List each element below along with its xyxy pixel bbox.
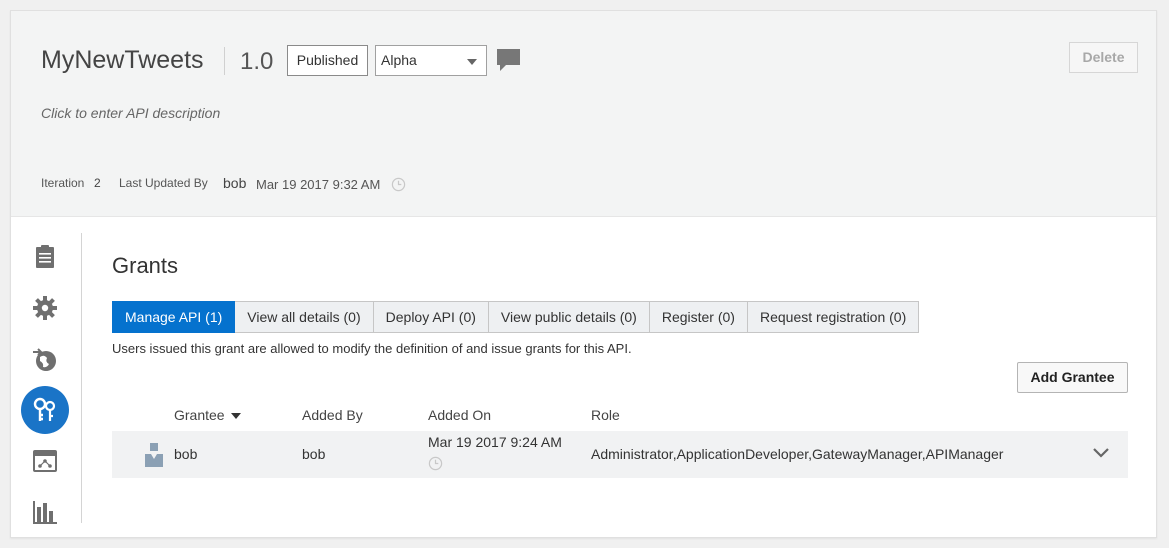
tab-request-registration[interactable]: Request registration (0)	[747, 301, 920, 333]
column-header-role[interactable]: Role	[591, 407, 620, 423]
last-updated-label: Last Updated By	[119, 176, 208, 190]
role-cell: Administrator,ApplicationDeveloper,Gatew…	[591, 446, 1004, 462]
title-divider	[224, 47, 225, 75]
clock-icon	[428, 456, 443, 471]
stage-select[interactable]: Alpha	[375, 45, 487, 76]
tab-view-public-details[interactable]: View public details (0)	[488, 301, 650, 333]
api-definition-icon[interactable]	[32, 244, 58, 270]
api-header: MyNewTweets 1.0 Published Alpha Delete C…	[11, 11, 1156, 217]
api-detail-panel: MyNewTweets 1.0 Published Alpha Delete C…	[10, 10, 1157, 538]
state-button[interactable]: Published	[287, 45, 368, 76]
last-updated-date: Mar 19 2017 9:32 AM	[256, 177, 381, 192]
tab-register[interactable]: Register (0)	[649, 301, 748, 333]
tab-deploy-api[interactable]: Deploy API (0)	[373, 301, 489, 333]
delete-button[interactable]: Delete	[1069, 42, 1138, 73]
iteration-value: 2	[94, 176, 101, 190]
column-header-added-on[interactable]: Added On	[428, 407, 491, 423]
registrations-icon[interactable]	[32, 448, 58, 474]
grants-title: Grants	[112, 253, 179, 278]
iteration-label: Iteration	[41, 176, 85, 190]
table-row[interactable]: bob bob Mar 19 2017 9:24 AM Administrato…	[112, 431, 1128, 478]
user-icon	[145, 443, 163, 467]
tab-view-all-details[interactable]: View all details (0)	[235, 301, 374, 333]
comment-icon[interactable]	[496, 47, 521, 73]
clock-icon	[391, 177, 406, 192]
chevron-down-icon[interactable]	[1092, 447, 1110, 459]
analytics-chart-icon[interactable]	[32, 499, 58, 525]
column-header-grantee[interactable]: Grantee	[174, 407, 241, 423]
added-on-cell: Mar 19 2017 9:24 AM	[428, 434, 562, 450]
grant-description: Users issued this grant are allowed to m…	[112, 341, 632, 356]
grants-key-icon	[33, 397, 56, 421]
api-description[interactable]: Click to enter API description	[41, 105, 220, 121]
add-grantee-button[interactable]: Add Grantee	[1017, 362, 1128, 393]
last-updated-user: bob	[223, 175, 247, 191]
api-version[interactable]: 1.0	[240, 48, 273, 76]
deployments-globe-icon[interactable]	[32, 346, 58, 372]
settings-gear-icon[interactable]	[32, 295, 58, 321]
chevron-down-icon	[467, 59, 477, 65]
api-name[interactable]: MyNewTweets	[41, 46, 204, 75]
column-header-added-by[interactable]: Added By	[302, 407, 363, 423]
sort-desc-icon	[230, 413, 241, 420]
stage-select-value: Alpha	[381, 52, 417, 68]
grants-nav-item[interactable]	[21, 386, 69, 434]
added-by-cell: bob	[302, 446, 326, 462]
grant-tabs: Manage API (1) View all details (0) Depl…	[112, 301, 920, 333]
column-header-grantee-label: Grantee	[174, 407, 225, 423]
side-nav-divider	[81, 233, 82, 523]
tab-manage-api[interactable]: Manage API (1)	[112, 301, 236, 333]
grantee-cell: bob	[174, 446, 198, 462]
